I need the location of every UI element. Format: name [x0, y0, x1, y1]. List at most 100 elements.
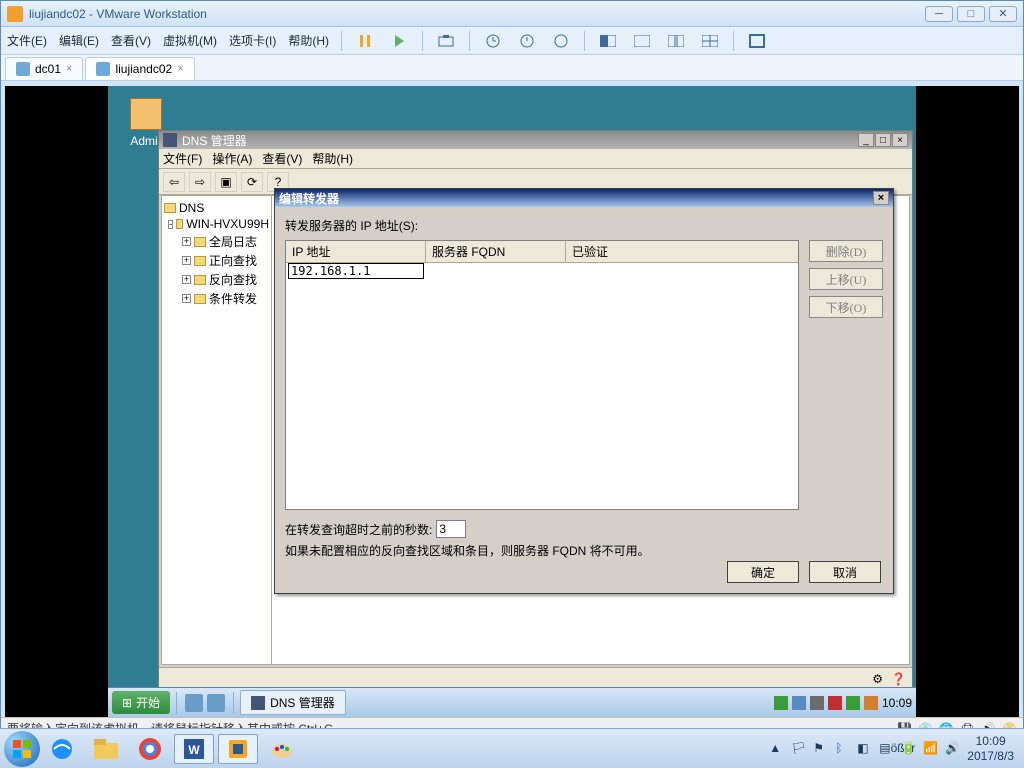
pause-icon[interactable] [354, 31, 376, 51]
tab-liujiandc02[interactable]: liujiandc02 × [85, 57, 194, 80]
tray-bluetooth-icon[interactable]: ᛒ [835, 741, 851, 757]
folder-icon [194, 237, 206, 247]
fullscreen-icon[interactable] [746, 31, 768, 51]
tray-icon[interactable] [774, 696, 788, 710]
taskbar-explorer-icon[interactable] [86, 734, 126, 764]
screen4-icon[interactable] [699, 31, 721, 51]
screen1-icon[interactable] [597, 31, 619, 51]
dns-menu-view[interactable]: 查看(V) [262, 150, 302, 167]
menu-tabs[interactable]: 选项卡(I) [229, 32, 276, 49]
tray-icon[interactable]: ▤ößer [879, 741, 895, 757]
dns-menu-action[interactable]: 操作(A) [212, 150, 252, 167]
svg-text:W: W [188, 743, 200, 757]
guest-desktop[interactable]: Admir DNS 管理器 _ □ × 文件(F) 操作(A) 查看(V) [108, 86, 916, 717]
snapshot-icon[interactable] [435, 31, 457, 51]
tray-network-icon[interactable]: 📶 [923, 741, 939, 757]
taskbar-vmware-icon[interactable] [218, 734, 258, 764]
tray-flag-icon[interactable]: 🏳 [791, 741, 807, 757]
dns-titlebar[interactable]: DNS 管理器 _ □ × [159, 131, 912, 149]
host-date: 2017/8/3 [967, 749, 1014, 763]
close-button[interactable]: ✕ [989, 6, 1017, 22]
tray-icon[interactable] [864, 696, 878, 710]
tree-item-forward[interactable]: +正向查找 [164, 251, 269, 270]
timeout-input[interactable] [436, 520, 466, 538]
table-row[interactable] [286, 263, 798, 279]
col-ip[interactable]: IP 地址 [286, 241, 426, 262]
toolbar-refresh-icon[interactable]: ⟳ [241, 172, 263, 192]
clock3-icon[interactable] [550, 31, 572, 51]
start-label: 开始 [136, 694, 160, 711]
help-icon[interactable]: ❓ [891, 672, 906, 686]
folder-icon [194, 256, 206, 266]
dns-tree[interactable]: DNS -WIN-HVXU99H +全局日志 +正向查找 +反向查找 +条件转发 [162, 196, 272, 664]
tray-up-icon[interactable]: ▲ [769, 741, 785, 757]
tray-icon[interactable] [792, 696, 806, 710]
tree-item-reverse[interactable]: +反向查找 [164, 270, 269, 289]
menu-file[interactable]: 文件(E) [7, 32, 47, 49]
maximize-button[interactable]: □ [957, 6, 985, 22]
timeout-label: 在转发查询超时之前的秒数: [285, 521, 432, 538]
tree-item-conditional[interactable]: +条件转发 [164, 289, 269, 308]
move-up-button[interactable]: 上移(U) [809, 268, 883, 290]
move-down-button[interactable]: 下移(O) [809, 296, 883, 318]
close-button[interactable]: × [892, 133, 908, 147]
quicklaunch-icon[interactable] [207, 694, 225, 712]
menu-view[interactable]: 查看(V) [111, 32, 151, 49]
tray-action-icon[interactable]: ⚑ [813, 741, 829, 757]
play-icon[interactable] [388, 31, 410, 51]
tray-icon[interactable] [810, 696, 824, 710]
forwarder-titlebar[interactable]: 编辑转发器 × [275, 189, 893, 207]
taskbar-item-dns[interactable]: DNS 管理器 [240, 690, 346, 715]
collapse-icon[interactable]: - [168, 220, 173, 229]
col-fqdn[interactable]: 服务器 FQDN [426, 241, 566, 262]
expand-icon[interactable]: + [182, 294, 191, 303]
tree-item-logs[interactable]: +全局日志 [164, 232, 269, 251]
tree-root[interactable]: DNS [164, 200, 269, 216]
menu-vm[interactable]: 虚拟机(M) [163, 32, 217, 49]
dns-menu-file[interactable]: 文件(F) [163, 150, 202, 167]
start-orb[interactable] [4, 731, 40, 767]
tab-dc01[interactable]: dc01 × [5, 57, 83, 80]
taskbar-word-icon[interactable]: W [174, 734, 214, 764]
taskbar-chrome-icon[interactable] [130, 734, 170, 764]
clock1-icon[interactable] [482, 31, 504, 51]
tab-close-icon[interactable]: × [177, 63, 183, 75]
tray-icon[interactable] [828, 696, 842, 710]
tray-battery-icon[interactable]: 🔋 [901, 741, 917, 757]
forwarder-table-wrap: IP 地址 服务器 FQDN 已验证 删除(D) [285, 240, 883, 510]
taskbar-ie-icon[interactable] [42, 734, 82, 764]
host-clock[interactable]: 10:09 2017/8/3 [967, 734, 1014, 763]
tab-close-icon[interactable]: × [66, 63, 72, 75]
minimize-button[interactable]: _ [858, 133, 874, 147]
expand-icon[interactable]: + [182, 256, 191, 265]
ip-address-input[interactable] [288, 263, 424, 279]
close-button[interactable]: × [873, 191, 889, 205]
vmware-titlebar[interactable]: liujiandc02 - VMware Workstation ─ □ ✕ [1, 1, 1023, 27]
ok-button[interactable]: 确定 [727, 561, 799, 583]
guest-clock[interactable]: 10:09 [882, 696, 912, 710]
ip-cell [286, 263, 426, 279]
tree-server[interactable]: -WIN-HVXU99H [164, 216, 269, 232]
delete-button[interactable]: 删除(D) [809, 240, 883, 262]
toolbar-back-icon[interactable]: ⇦ [163, 172, 185, 192]
expand-icon[interactable]: + [182, 275, 191, 284]
minimize-button[interactable]: ─ [925, 6, 953, 22]
quicklaunch-icon[interactable] [185, 694, 203, 712]
toolbar-up-icon[interactable]: ▣ [215, 172, 237, 192]
start-button[interactable]: ⊞ 开始 [112, 691, 170, 714]
expand-icon[interactable]: + [182, 237, 191, 246]
tray-icon[interactable]: ◧ [857, 741, 873, 757]
menu-edit[interactable]: 编辑(E) [59, 32, 99, 49]
tray-icon[interactable] [846, 696, 860, 710]
tray-volume-icon[interactable]: 🔊 [945, 741, 961, 757]
taskbar-paint-icon[interactable] [262, 734, 302, 764]
menu-help[interactable]: 帮助(H) [288, 32, 329, 49]
maximize-button[interactable]: □ [875, 133, 891, 147]
dns-menu-help[interactable]: 帮助(H) [312, 150, 353, 167]
screen3-icon[interactable] [665, 31, 687, 51]
col-verified[interactable]: 已验证 [566, 241, 798, 262]
toolbar-forward-icon[interactable]: ⇨ [189, 172, 211, 192]
screen2-icon[interactable] [631, 31, 653, 51]
clock2-icon[interactable] [516, 31, 538, 51]
cancel-button[interactable]: 取消 [809, 561, 881, 583]
